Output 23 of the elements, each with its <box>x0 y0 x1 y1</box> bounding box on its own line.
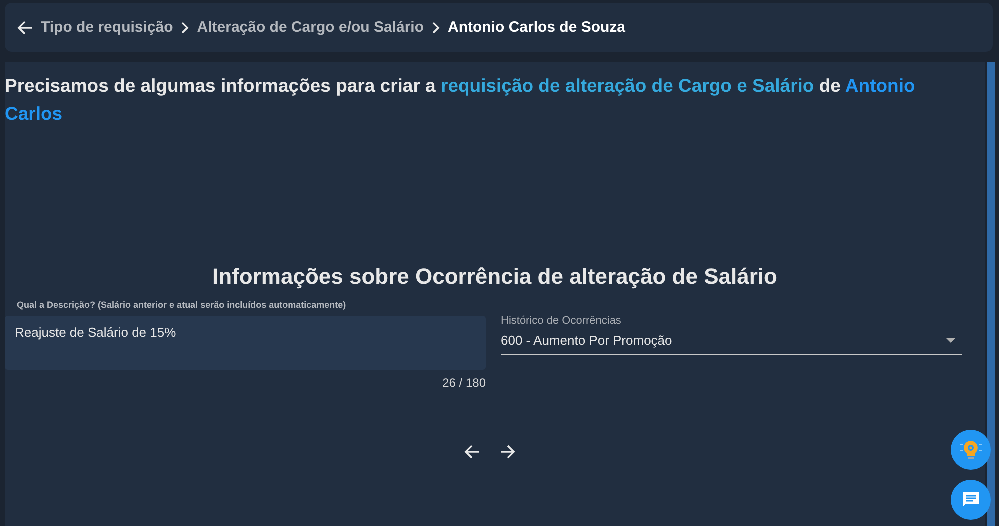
previous-button[interactable] <box>464 444 480 460</box>
back-button[interactable] <box>17 20 33 36</box>
section-title: Informações sobre Ocorrência de alteração de Salário <box>212 264 778 290</box>
ideas-button[interactable] <box>951 430 991 470</box>
history-select[interactable]: Histórico de Ocorrências 600 - Aumento Por Promoção <box>501 315 962 355</box>
breadcrumb-item: Antonio Carlos de Souza <box>448 19 626 36</box>
chevron-icon <box>181 22 190 34</box>
chat-button[interactable] <box>951 480 991 520</box>
back-arrow-icon <box>17 20 33 36</box>
right-arrow-icon <box>500 444 516 460</box>
character-counter: 26 / 180 <box>442 376 486 390</box>
dropdown-caret-icon <box>946 338 956 343</box>
next-button[interactable] <box>500 444 516 460</box>
chat-icon <box>961 490 981 510</box>
left-arrow-icon <box>464 444 480 460</box>
intro-text: Precisamos de algumas informações para criar a requisição de alteração de Cargo e Salário de Antonio Carlos <box>5 74 916 126</box>
scrollbar[interactable] <box>987 62 995 526</box>
breadcrumb-item[interactable]: Tipo de requisição <box>41 19 174 36</box>
breadcrumb-item[interactable]: Alteração de Cargo e/ou Salário <box>197 19 424 36</box>
lightbulb-gear-icon <box>959 438 983 462</box>
description-label: Qual a Descrição? (Salário anterior e atual serão incluídos automaticamente) <box>17 300 348 310</box>
chevron-icon <box>432 22 440 34</box>
description-field[interactable]: Reajuste de Salário de 15% <box>5 316 486 370</box>
